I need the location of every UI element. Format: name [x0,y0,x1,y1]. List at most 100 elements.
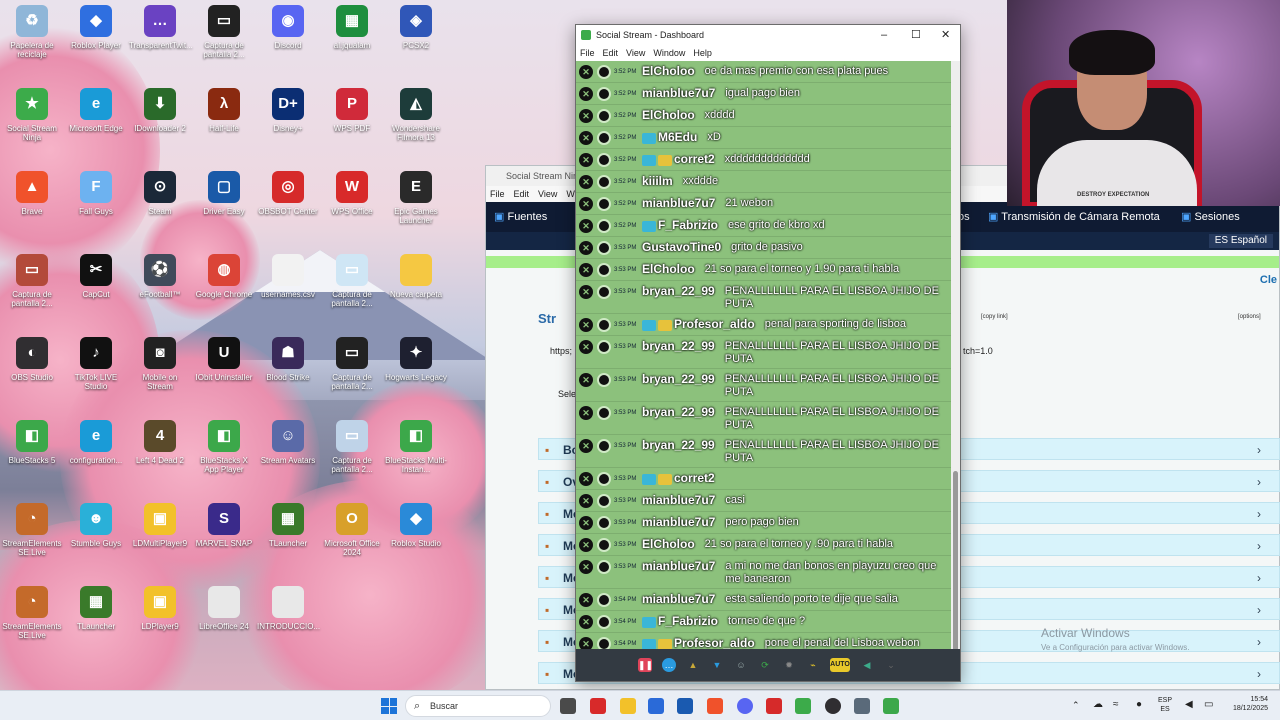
desktop-shortcut[interactable]: ◆ Roblox Player [65,5,127,50]
feed-scrollbar[interactable] [951,61,960,651]
taskbar-wps-icon[interactable] [590,698,606,714]
desktop-shortcut[interactable]: ♪ TikTok LIVE Studio [65,337,127,391]
desktop-shortcut[interactable]: ◈ PCSX2 [385,5,447,50]
tray-chevron-icon[interactable]: ⌃ [1072,701,1080,710]
desktop-shortcut[interactable]: ⚽ eFootball™ [129,254,191,299]
taskbar-social-stream-icon[interactable] [795,698,811,714]
desktop-shortcut[interactable]: Nueva carpeta [385,254,447,299]
desktop-shortcut[interactable]: ▣ LDPlayer9 [129,586,191,631]
desktop-shortcut[interactable]: ▭ Captura de pantalla 2... [321,337,383,391]
chat-message[interactable]: ✕ 3:53 PM bryan_22_99 PENALLLLLLL PARA EL L… [576,369,952,402]
chat-message[interactable]: ✕ 3:53 PM bryan_22_99 PENALLLLLLL PARA EL L… [576,281,952,314]
feature-message-icon[interactable]: ✕ [579,560,593,574]
feature-message-icon[interactable]: ✕ [579,285,593,299]
desktop-shortcut[interactable]: ♻ Papelera de reciclaje [1,5,63,59]
desktop-shortcut[interactable]: ☺ Stream Avatars [257,420,319,465]
auto-button[interactable]: AUTO [830,658,850,672]
pause-icon[interactable]: ❚❚ [638,658,653,672]
desktop-shortcut[interactable]: ◉ Discord [257,5,319,50]
task-view-icon[interactable] [560,698,576,714]
desktop-shortcut[interactable]: D+ Disney+ [257,88,319,133]
maximize-icon[interactable]: ☐ [911,25,921,45]
menu-file[interactable]: File [490,189,505,199]
chat-message[interactable]: ✕ 3:53 PM bryan_22_99 PENALLLLLLL PARA EL L… [576,435,952,468]
feature-message-icon[interactable]: ✕ [579,538,593,552]
chat-message[interactable]: ✕ 3:53 PM Profesor_aldo penal para sporting… [576,314,952,336]
ss-menu-edit[interactable]: Edit [603,48,619,58]
menu-view[interactable]: View [538,189,557,199]
desktop-shortcut[interactable]: λ Half-Life [193,88,255,133]
chat-message[interactable]: ✕ 3:53 PM ElCholoo 21 so para el torneo y .… [576,534,952,556]
broom-icon[interactable]: ⌁ [806,658,820,672]
chat-message[interactable]: ✕ 3:53 PM GustavoTine0 grito de pasivo [576,237,952,259]
desktop-shortcut[interactable]: ◔ StreamElements SE.Live [1,586,63,640]
language-selector[interactable]: ES Español [1208,234,1273,248]
taskbar-explorer-icon[interactable] [620,698,636,714]
desktop-shortcut[interactable]: ◎ OBSBOT Center [257,171,319,216]
desktop-shortcut[interactable]: ✦ Hogwarts Legacy [385,337,447,382]
scrollbar-thumb[interactable] [953,471,958,651]
ss-menu-file[interactable]: File [580,48,595,58]
feature-message-icon[interactable]: ✕ [579,318,593,332]
chat-message[interactable]: ✕ 3:53 PM mianblue7u7 casi [576,490,952,512]
chat-message[interactable]: ✕ 3:53 PM corret2 [576,468,952,490]
feature-message-icon[interactable]: ✕ [579,340,593,354]
desktop-shortcut[interactable]: ☗ Blood Strike [257,337,319,382]
desktop-shortcut[interactable]: ▦ TLauncher [257,503,319,548]
feature-message-icon[interactable]: ✕ [579,109,593,123]
settings-icon[interactable]: ✹ [782,658,796,672]
taskbar-brave-icon[interactable] [707,698,723,714]
ss-menu-window[interactable]: Window [653,48,685,58]
menu-edit[interactable]: Edit [514,189,530,199]
chat-message[interactable]: ✕ 3:52 PM corret2 xddddddddddddd [576,149,952,171]
tray-language[interactable]: ESP ES [1158,696,1172,714]
collapse-icon[interactable]: ⌄ [884,658,898,672]
tray-clock[interactable]: 15:54 18/12/2025 [1226,695,1268,713]
desktop-shortcut[interactable]: e Microsoft Edge [65,88,127,133]
options-link[interactable]: [options] [1238,314,1261,320]
feature-message-icon[interactable]: ✕ [579,494,593,508]
desktop-shortcut[interactable]: ▦ al.jqualam [321,5,383,50]
desktop-shortcut[interactable]: ◐ OBS Studio [1,337,63,382]
desktop-shortcut[interactable]: ◔ StreamElements SE.Live [1,503,63,557]
tray-mic-icon[interactable]: ● [1136,700,1142,710]
clear-button-partial[interactable]: Cle [1260,274,1277,286]
desktop-shortcut[interactable]: W WPS Office [321,171,383,216]
desktop-shortcut[interactable]: ◧ BlueStacks Multi-Instan... [385,420,447,474]
desktop-shortcut[interactable]: ◍ Google Chrome [193,254,255,299]
desktop-shortcut[interactable]: F Fall Guys [65,171,127,216]
desktop-shortcut[interactable]: ◧ BlueStacks 5 [1,420,63,465]
feature-message-icon[interactable]: ✕ [579,153,593,167]
chat-message[interactable]: ✕ 3:52 PM ElCholoo xdddd [576,105,952,127]
chat-message[interactable]: ✕ 3:52 PM M6Edu xD [576,127,952,149]
ss-menu-help[interactable]: Help [693,48,712,58]
feature-message-icon[interactable]: ✕ [579,615,593,629]
feature-message-icon[interactable]: ✕ [579,241,593,255]
feature-message-icon[interactable]: ✕ [579,593,593,607]
feature-message-icon[interactable]: ✕ [579,175,593,189]
emoji-icon[interactable]: ☺ [734,658,748,672]
desktop-shortcut[interactable]: 4 Left 4 Dead 2 [129,420,191,465]
feature-message-icon[interactable]: ✕ [579,219,593,233]
chat-message[interactable]: ✕ 3:53 PM bryan_22_99 PENALLLLLLL PARA EL L… [576,336,952,369]
desktop-shortcut[interactable]: … TransparentTwit... [129,5,193,50]
desktop-shortcut[interactable]: ◭ Wondershare Filmora 13 [385,88,447,142]
desktop-shortcut[interactable]: ▭ Captura de pantalla 2... [321,254,383,308]
feature-message-icon[interactable]: ✕ [579,472,593,486]
tray-cloud-icon[interactable]: ☁ [1093,700,1103,710]
feature-message-icon[interactable]: ✕ [579,87,593,101]
desktop-shortcut[interactable]: ◧ BlueStacks X App Player [193,420,255,474]
taskbar-bluestacks-icon[interactable] [883,698,899,714]
desktop-shortcut[interactable]: ▭ Captura de pantalla 2... [321,420,383,474]
chat-message[interactable]: ✕ 3:52 PM ElCholoo oe da mas premio con esa… [576,61,952,83]
desktop-shortcut[interactable]: ▲ Brave [1,171,63,216]
desktop-shortcut[interactable]: ◆ Roblox Studio [385,503,447,548]
desktop-shortcut[interactable]: LibreOffice 24 [193,586,255,631]
nav-sessions[interactable]: ▣ Sesiones [1181,202,1240,232]
taskbar-discord-icon[interactable] [737,698,753,714]
feature-message-icon[interactable]: ✕ [579,439,593,453]
start-button[interactable] [381,698,397,714]
chat-message[interactable]: ✕ 3:54 PM mianblue7u7 esta saliendo porto t… [576,589,952,611]
chat-message[interactable]: ✕ 3:53 PM bryan_22_99 PENALLLLLLL PARA EL L… [576,402,952,435]
desktop-shortcut[interactable]: ▢ Driver Easy [193,171,255,216]
